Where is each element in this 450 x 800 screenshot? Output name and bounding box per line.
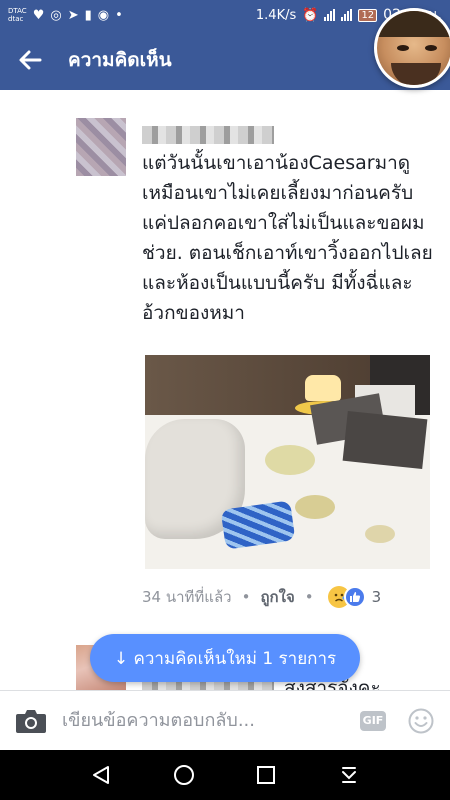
notification-icons: ♥ ◎ ➤ ▮ ◉ • — [33, 8, 123, 23]
reply-composer: GIF — [0, 690, 450, 750]
signal-icon-2 — [341, 9, 353, 21]
signal-icon — [324, 9, 336, 21]
back-button[interactable] — [0, 30, 60, 90]
comment-text: แต่วันนั้นเขาเอาน้องCaesarมาดูเหมือนเขาไ… — [142, 152, 433, 324]
arrow-left-icon — [19, 50, 42, 70]
reaction-count: 3 — [371, 588, 382, 606]
battery-saver-icon: ▮ — [84, 7, 92, 23]
reactions-summary[interactable]: 3 — [327, 586, 382, 608]
commenter-avatar[interactable] — [76, 118, 126, 176]
photo-pillow-dark — [342, 410, 428, 470]
page-title: ความคิดเห็น — [68, 49, 172, 71]
photo-lamp — [305, 375, 341, 401]
like-button[interactable]: ถูกใจ — [260, 585, 294, 609]
comment-photo[interactable] — [145, 355, 430, 569]
network-speed: 1.4K/s — [255, 7, 297, 23]
nav-recents-button[interactable] — [246, 755, 286, 795]
messenger-icon: ◎ — [50, 7, 62, 23]
battery-icon: 12 — [358, 8, 378, 22]
comment-meta: 34 นาทีที่แล้ว • ถูกใจ • 3 — [142, 585, 381, 609]
chat-head-hair — [377, 11, 450, 37]
square-recents-icon — [257, 766, 276, 784]
more-icon: • — [115, 7, 123, 23]
send-icon: ➤ — [67, 7, 79, 23]
comment-timestamp: 34 นาทีที่แล้ว — [142, 588, 232, 606]
heart-icon: ♥ — [32, 7, 45, 23]
commenter-name-blurred[interactable] — [142, 126, 274, 144]
photo-stain — [365, 525, 395, 543]
photo-stain — [295, 495, 335, 519]
carrier-line1: DTAC — [8, 7, 27, 15]
separator-dot: • — [241, 588, 251, 606]
chat-head-avatar[interactable] — [374, 8, 450, 88]
alarm-icon: ⏰ — [302, 7, 319, 23]
triangle-back-icon — [93, 766, 110, 784]
carrier-label: DTAC dtac — [8, 7, 27, 23]
reply-input[interactable] — [62, 700, 352, 741]
circle-home-icon — [173, 765, 194, 785]
system-navigation-bar — [0, 750, 450, 800]
gif-button[interactable]: GIF — [360, 710, 386, 731]
camera-button[interactable] — [0, 691, 62, 751]
like-reaction-icon — [343, 586, 366, 608]
new-comments-button[interactable]: ↓ ความคิดเห็นใหม่ 1 รายการ — [90, 634, 360, 682]
pull-down-icon — [341, 767, 356, 783]
chat-head-eye-right — [425, 45, 437, 51]
chat-head-eye-left — [397, 45, 409, 51]
carrier-line2: dtac — [8, 15, 24, 23]
separator-dot: • — [304, 588, 314, 606]
camera-icon — [16, 709, 46, 733]
line-icon: ◉ — [97, 7, 110, 23]
nav-notifications-button[interactable] — [329, 755, 369, 795]
nav-home-button[interactable] — [164, 755, 204, 795]
nav-back-button[interactable] — [81, 755, 121, 795]
emoji-icon[interactable] — [408, 708, 434, 734]
photo-stain — [265, 445, 315, 475]
